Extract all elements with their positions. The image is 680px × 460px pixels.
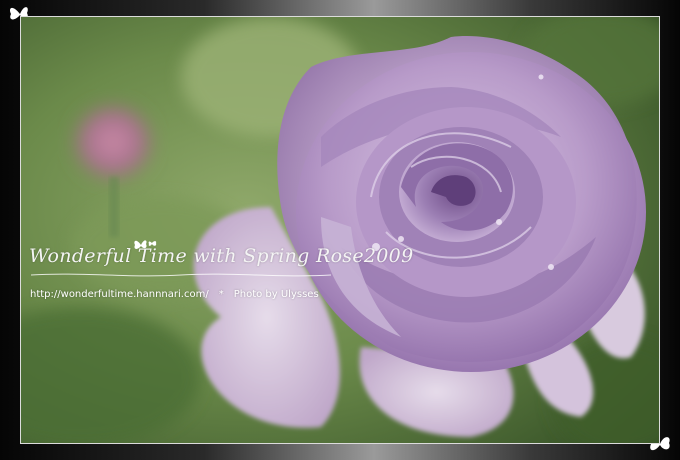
credit-separator: * — [218, 289, 224, 300]
photo-frame: Wonderful Time with Spring Rose2009 http… — [0, 0, 680, 460]
watermark-signature: Wonderful Time with Spring Rose2009 — [29, 245, 414, 267]
site-url: http://wonderfultime.hannnari.com/ — [30, 289, 209, 300]
photo-credit: http://wonderfultime.hannnari.com/ * Photo… — [30, 289, 319, 300]
signature-flourish — [31, 273, 331, 277]
rose-image — [21, 17, 659, 443]
rose-photo: Wonderful Time with Spring Rose2009 http… — [20, 16, 660, 444]
photographer-credit: Photo by Ulysses — [233, 289, 319, 300]
butterfly-icon — [134, 240, 157, 249]
